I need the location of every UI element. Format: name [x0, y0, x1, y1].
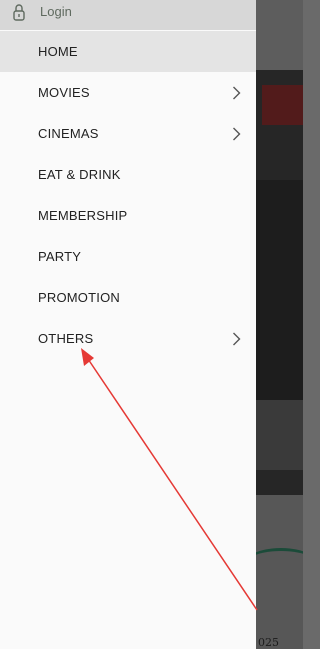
menu-item-label: PROMOTION [38, 290, 120, 305]
menu-item-membership[interactable]: MEMBERSHIP [0, 195, 256, 236]
menu-item-movies[interactable]: MOVIES [0, 72, 256, 113]
menu-item-label: CINEMAS [38, 126, 99, 141]
menu-item-label: MOVIES [38, 85, 90, 100]
background-app-content [256, 0, 303, 649]
chevron-right-icon [233, 332, 241, 346]
navigation-drawer: Login HOME MOVIES CINEMAS EAT & DRINK ME… [0, 0, 256, 649]
menu-item-label: MEMBERSHIP [38, 208, 128, 223]
background-year-text: 025 [258, 636, 279, 649]
drawer-menu: HOME MOVIES CINEMAS EAT & DRINK MEMBERSH… [0, 31, 256, 359]
menu-item-promotion[interactable]: PROMOTION [0, 277, 256, 318]
chevron-right-icon [233, 86, 241, 100]
menu-item-party[interactable]: PARTY [0, 236, 256, 277]
menu-item-eat-drink[interactable]: EAT & DRINK [0, 154, 256, 195]
menu-item-label: PARTY [38, 249, 82, 264]
login-row[interactable]: Login [0, 0, 256, 30]
background-poster-building [256, 180, 303, 400]
login-label: Login [40, 4, 72, 19]
menu-item-label: HOME [38, 44, 78, 59]
menu-item-cinemas[interactable]: CINEMAS [0, 113, 256, 154]
menu-item-label: OTHERS [38, 331, 94, 346]
chevron-right-icon [233, 127, 241, 141]
background-poster-title-fragment [262, 85, 303, 125]
background-decorative-curve [256, 548, 303, 598]
background-poster-footer [256, 400, 303, 470]
lock-icon [13, 4, 25, 21]
menu-item-home[interactable]: HOME [0, 31, 256, 72]
menu-item-others[interactable]: OTHERS [0, 318, 256, 359]
menu-item-label: EAT & DRINK [38, 167, 121, 182]
